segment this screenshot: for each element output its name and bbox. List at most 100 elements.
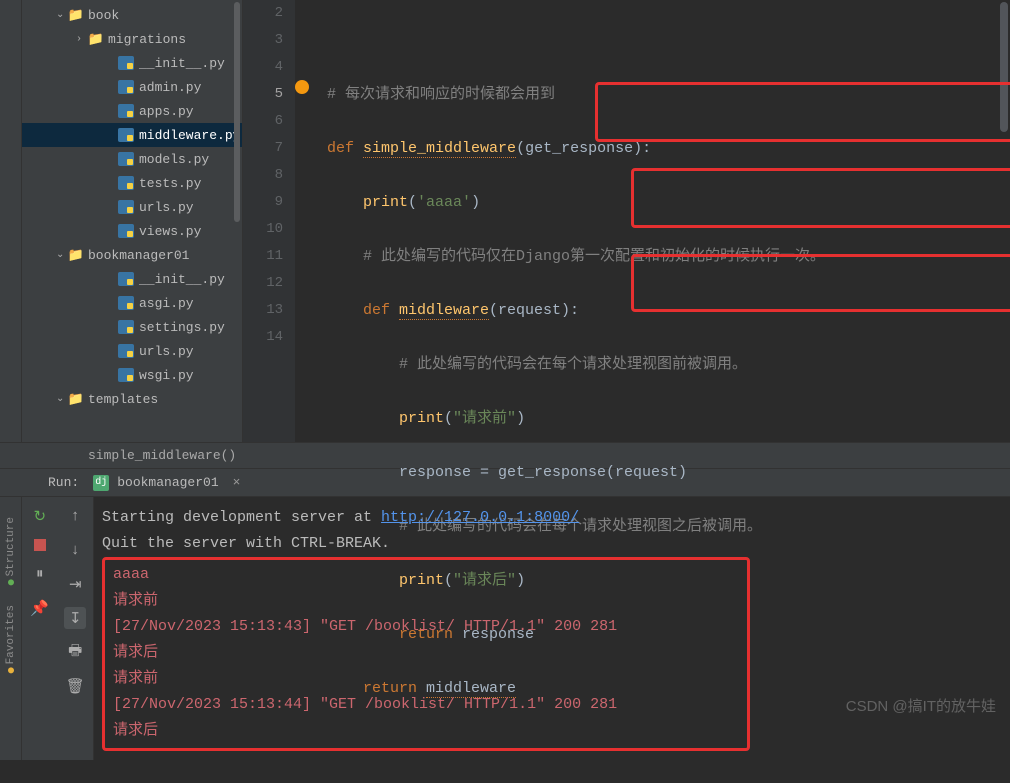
console-output[interactable]: Starting development server at http://12… [94,497,1010,760]
trash-icon[interactable]: 🗑 [64,675,86,697]
file-apps.py[interactable]: apps.py [22,99,242,123]
code-area[interactable]: # 每次请求和响应的时候都会用到 def simple_middleware(g… [295,0,1010,442]
line-number: 11 [243,243,283,270]
chevron-icon[interactable]: ⌄ [56,393,68,405]
tree-label: __init__.py [139,272,225,287]
tree-label: __init__.py [139,56,225,71]
down-icon[interactable]: ↓ [64,539,86,561]
project-tree[interactable]: ⌄📁book›📁migrations__init__.pyadmin.pyapp… [22,0,243,442]
python-file-icon [118,128,134,142]
console-line: aaaa [113,562,739,588]
run-toolbar: ↻ ⏸ 📌 ↑ ↓ ⇥ ↧ 🖶 🗑 [22,497,94,760]
file-settings.py[interactable]: settings.py [22,315,242,339]
run-label: Run: [48,475,79,490]
folder-migrations[interactable]: ›📁migrations [22,27,242,51]
python-file-icon [118,344,134,358]
chevron-icon[interactable]: ⌄ [56,9,68,21]
print-icon[interactable]: 🖶 [64,641,86,663]
file-asgi.py[interactable]: asgi.py [22,291,242,315]
python-file-icon [118,320,134,334]
side-tool-tabs: Structure Favorites [0,497,22,760]
line-number: 6 [243,108,283,135]
python-file-icon [118,176,134,190]
python-file-icon [118,56,134,70]
folder-icon: 📁 [68,7,84,23]
python-file-icon [118,368,134,382]
line-number: 4 [243,54,283,81]
folder-templates[interactable]: ⌄📁 templates [22,387,242,411]
line-number: 10 [243,216,283,243]
tree-label: bookmanager01 [88,248,189,263]
file-__init__.py[interactable]: __init__.py [22,51,242,75]
run-config-name[interactable]: bookmanager01 [117,475,218,490]
line-number: 9 [243,189,283,216]
watermark: CSDN @搞IT的放牛娃 [846,695,996,716]
code-editor[interactable]: 234567891011121314 # 每次请求和响应的时候都会用到 def … [243,0,1010,442]
structure-tab[interactable]: Structure [5,517,17,585]
pin-icon[interactable]: 📌 [29,597,51,619]
tree-label: views.py [139,224,201,239]
file-urls.py[interactable]: urls.py [22,195,242,219]
console-line: 请求前 [113,666,739,692]
tree-label: urls.py [139,200,194,215]
line-number: 8 [243,162,283,189]
file-tests.py[interactable]: tests.py [22,171,242,195]
pause-icon[interactable]: ⏸ [29,563,51,585]
python-file-icon [118,200,134,214]
line-number: 13 [243,297,283,324]
console-line: 请求前 [113,588,739,614]
file-middleware.py[interactable]: middleware.py [22,123,242,147]
rerun-icon[interactable]: ↻ [29,505,51,527]
folder-icon: 📁 [68,391,84,407]
line-number: 5 [243,81,283,108]
favorites-tab[interactable]: Favorites [5,605,17,673]
tree-label: templates [88,392,158,407]
django-icon: dj [93,475,109,491]
tree-label: tests.py [139,176,201,191]
chevron-icon[interactable]: ⌄ [56,249,68,261]
close-icon[interactable]: × [233,475,241,490]
python-file-icon [118,104,134,118]
python-file-icon [118,296,134,310]
file-urls.py[interactable]: urls.py [22,339,242,363]
python-file-icon [118,152,134,166]
tree-label: asgi.py [139,296,194,311]
tree-label: models.py [139,152,209,167]
line-number: 7 [243,135,283,162]
left-gutter [0,0,22,442]
tree-label: settings.py [139,320,225,335]
tree-label: middleware.py [139,128,240,143]
line-gutter: 234567891011121314 [243,0,295,442]
line-number: 3 [243,27,283,54]
file-views.py[interactable]: views.py [22,219,242,243]
file-__init__.py[interactable]: __init__.py [22,267,242,291]
python-file-icon [118,80,134,94]
console-line: 请求后 [113,718,739,744]
tree-label: admin.py [139,80,201,95]
sidebar-scrollbar[interactable] [234,0,240,442]
tree-label: book [88,8,119,23]
tree-label: apps.py [139,104,194,119]
folder-bookmanager01[interactable]: ⌄📁 bookmanager01 [22,243,242,267]
file-admin.py[interactable]: admin.py [22,75,242,99]
tree-label: urls.py [139,344,194,359]
folder-icon: 📁 [68,247,84,263]
python-file-icon [118,224,134,238]
file-models.py[interactable]: models.py [22,147,242,171]
stop-icon[interactable] [34,539,46,551]
comment: # 每次请求和响应的时候都会用到 [327,86,555,103]
editor-scrollbar[interactable] [1000,2,1008,132]
up-icon[interactable]: ↑ [64,505,86,527]
scroll-end-icon[interactable]: ↧ [64,607,86,629]
tree-label: wsgi.py [139,368,194,383]
annotation-box: aaaa请求前[27/Nov/2023 15:13:43] "GET /book… [102,557,750,751]
file-wsgi.py[interactable]: wsgi.py [22,363,242,387]
wrap-icon[interactable]: ⇥ [64,573,86,595]
console-line: [27/Nov/2023 15:13:43] "GET /booklist/ H… [113,614,739,640]
chevron-icon[interactable]: › [76,34,88,45]
folder-book[interactable]: ⌄📁 book [22,3,242,27]
tree-label: migrations [108,32,186,47]
python-file-icon [118,272,134,286]
line-number: 14 [243,324,283,351]
server-url-link[interactable]: http://127.0.0.1:8000/ [381,509,579,526]
